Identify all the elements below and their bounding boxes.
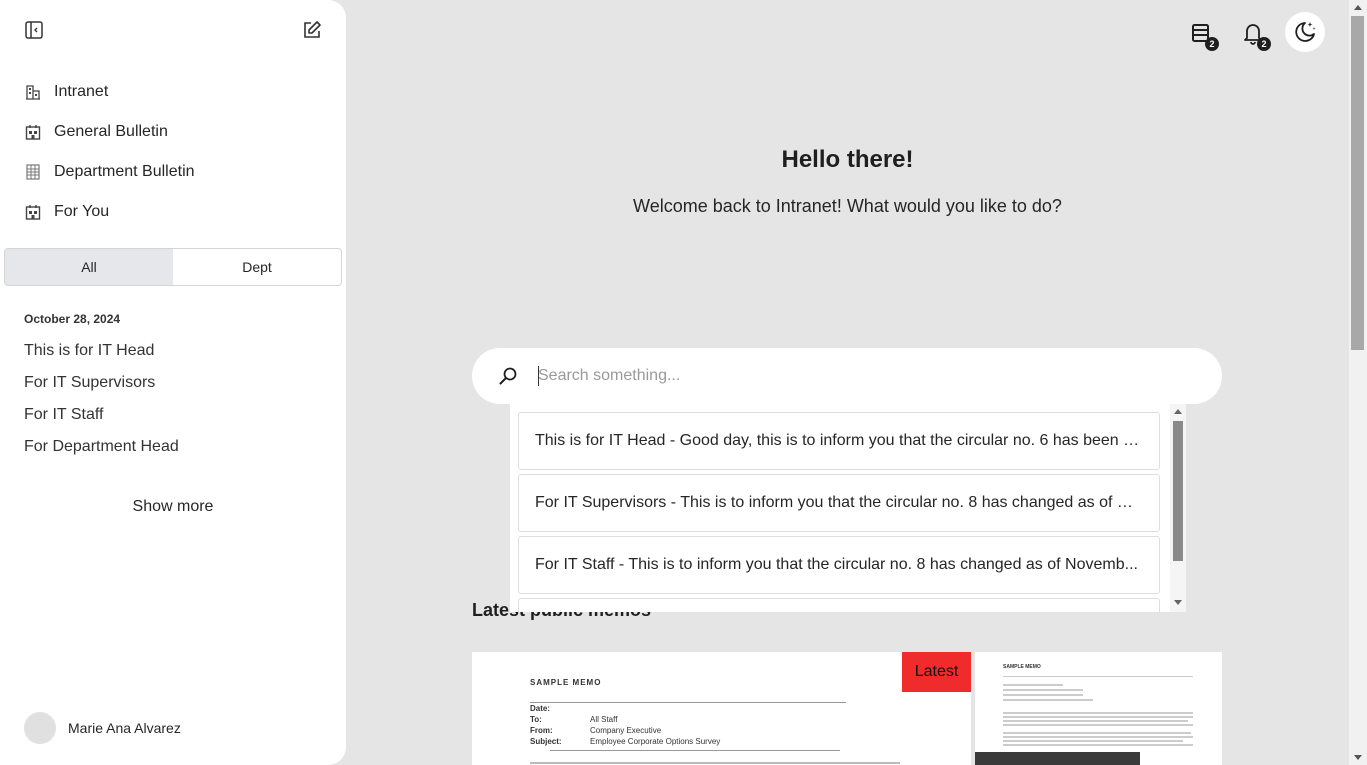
date-heading: October 28, 2024	[24, 312, 121, 326]
memo-card-1[interactable]: SAMPLE MEMO Date: To: All Staff From: Co…	[472, 652, 971, 765]
text-line	[1003, 712, 1193, 714]
new-memo-icon[interactable]	[301, 19, 323, 41]
grid-building-icon	[24, 163, 42, 181]
text-line	[1003, 699, 1093, 701]
memos-icon-button[interactable]: 2	[1188, 20, 1219, 51]
tab-dept[interactable]: Dept	[173, 249, 341, 285]
text-line	[1003, 689, 1083, 691]
suggestions-scrollbar[interactable]	[1170, 404, 1186, 612]
suggestion-text: This is for IT Head - Good day, this is …	[535, 432, 1143, 449]
sidebar-item-label: For You	[54, 203, 110, 220]
page-scrollbar[interactable]	[1349, 0, 1367, 765]
memo-to-label: To:	[530, 715, 542, 724]
sidebar-nav: Intranet General Bulletin Department Bul…	[24, 72, 324, 232]
notifications-icon-button[interactable]: 2	[1240, 20, 1271, 51]
image-overlay	[975, 752, 1140, 765]
memo-subject-label: Subject:	[530, 737, 562, 746]
latest-badge: Latest	[902, 652, 971, 692]
sidebar-item-department-bulletin[interactable]: Department Bulletin	[24, 152, 324, 192]
list-item[interactable]: For IT Staff	[24, 399, 324, 431]
text-line	[1003, 716, 1193, 718]
user-name: Marie Ana Alvarez	[68, 720, 181, 736]
suggestion-item[interactable]: For IT Supervisors - This is to inform y…	[518, 474, 1160, 532]
memo-from-value: Company Executive	[590, 726, 662, 735]
memo-date-label: Date:	[530, 704, 551, 713]
scroll-down-arrow-icon[interactable]	[1354, 755, 1362, 760]
list-item[interactable]: For Department Head	[24, 431, 324, 463]
toggle-sidebar-icon[interactable]	[23, 19, 45, 41]
text-line	[1003, 744, 1193, 746]
suggestion-text: For IT Staff - This is to inform you tha…	[535, 556, 1138, 573]
sidebar-item-general-bulletin[interactable]: General Bulletin	[24, 112, 324, 152]
scrollbar-thumb[interactable]	[1351, 16, 1364, 350]
calendar-building-icon	[24, 203, 42, 221]
memo-from-label: From:	[530, 726, 553, 735]
text-line	[1003, 736, 1193, 738]
scroll-up-arrow-icon[interactable]	[1174, 409, 1182, 414]
calendar-building-icon	[24, 123, 42, 141]
memo-card-heading: SAMPLE MEMO	[1003, 664, 1041, 670]
sidebar-item-intranet[interactable]: Intranet	[24, 72, 324, 112]
sidebar-item-label: Intranet	[54, 83, 109, 100]
text-line	[1003, 732, 1191, 734]
suggestion-text: For IT Supervisors - This is to inform y…	[535, 494, 1143, 511]
memo-subject-value: Employee Corporate Options Survey	[590, 737, 721, 746]
search-icon	[496, 364, 520, 388]
divider	[550, 750, 840, 751]
memo-list: This is for IT Head For IT Supervisors F…	[24, 335, 324, 463]
scrollbar-thumb[interactable]	[1173, 421, 1183, 561]
list-item[interactable]: This is for IT Head	[24, 335, 324, 367]
memos-badge: 2	[1205, 37, 1219, 51]
list-item[interactable]: For IT Supervisors	[24, 367, 324, 399]
page-title: Hello there!	[781, 146, 914, 173]
user-profile[interactable]: Marie Ana Alvarez	[24, 712, 181, 744]
theme-toggle-button[interactable]	[1285, 12, 1325, 52]
divider	[530, 702, 846, 703]
text-line	[1003, 720, 1188, 722]
search-input[interactable]	[538, 367, 1178, 385]
sidebar-item-label: Department Bulletin	[54, 163, 195, 180]
welcome-message: Welcome back to Intranet! What would you…	[633, 196, 1062, 216]
suggestion-item[interactable]	[518, 598, 1160, 612]
suggestion-item[interactable]: This is for IT Head - Good day, this is …	[518, 412, 1160, 470]
divider	[1003, 676, 1193, 677]
memo-card-2[interactable]: SAMPLE MEMO	[975, 652, 1222, 765]
suggestion-item[interactable]: For IT Staff - This is to inform you tha…	[518, 536, 1160, 594]
text-line	[1003, 740, 1183, 742]
sidebar-item-for-you[interactable]: For You	[24, 192, 324, 232]
avatar	[24, 712, 56, 744]
sidebar: Intranet General Bulletin Department Bul…	[0, 0, 346, 765]
scroll-up-arrow-icon[interactable]	[1354, 5, 1362, 10]
show-more-button[interactable]: Show more	[0, 498, 346, 516]
moon-stars-icon	[1295, 22, 1316, 42]
text-line	[530, 762, 900, 764]
memo-to-value: All Staff	[590, 715, 618, 724]
scroll-down-arrow-icon[interactable]	[1174, 600, 1182, 605]
text-line	[1003, 694, 1083, 696]
search-suggestions: This is for IT Head - Good day, this is …	[510, 404, 1186, 612]
notifications-badge: 2	[1257, 37, 1271, 51]
tab-all[interactable]: All	[5, 249, 173, 285]
building-icon	[24, 83, 42, 101]
sidebar-item-label: General Bulletin	[54, 123, 168, 140]
text-caret	[538, 366, 539, 386]
memo-card-heading: SAMPLE MEMO	[530, 678, 602, 687]
search-bar	[472, 348, 1222, 404]
text-line	[1003, 724, 1193, 726]
text-line	[1003, 684, 1063, 686]
memo-filter-tabs: All Dept	[4, 248, 342, 286]
